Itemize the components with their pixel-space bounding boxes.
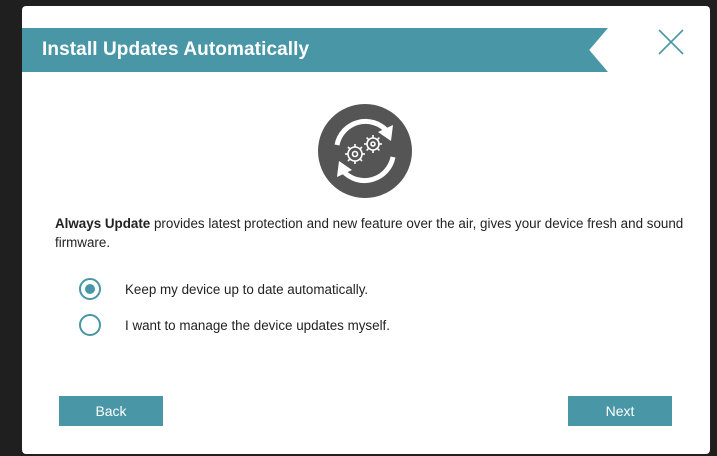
description-bold: Always Update bbox=[55, 216, 151, 231]
radio-selected-dot bbox=[85, 284, 95, 294]
auto-update-gears-icon bbox=[315, 101, 415, 201]
radio-auto-update[interactable] bbox=[79, 278, 101, 300]
dialog-title: Install Updates Automatically bbox=[42, 39, 310, 60]
description-rest: provides latest protection and new featu… bbox=[55, 216, 684, 250]
close-button[interactable] bbox=[656, 27, 686, 57]
description-text: Always Update provides latest protection… bbox=[55, 214, 685, 252]
close-icon bbox=[658, 29, 684, 55]
option-auto-update[interactable]: Keep my device up to date automatically. bbox=[79, 276, 390, 302]
option-manual-update-label: I want to manage the device updates myse… bbox=[125, 317, 390, 333]
option-manual-update[interactable]: I want to manage the device updates myse… bbox=[79, 312, 390, 338]
update-options-group: Keep my device up to date automatically.… bbox=[79, 276, 390, 348]
radio-manual-update[interactable] bbox=[79, 314, 101, 336]
back-button[interactable]: Back bbox=[59, 396, 163, 426]
option-auto-update-label: Keep my device up to date automatically. bbox=[125, 281, 369, 297]
install-updates-dialog: Install Updates Automatically Always Upd… bbox=[22, 6, 710, 454]
dialog-header-banner: Install Updates Automatically bbox=[22, 28, 608, 72]
next-button[interactable]: Next bbox=[568, 396, 672, 426]
